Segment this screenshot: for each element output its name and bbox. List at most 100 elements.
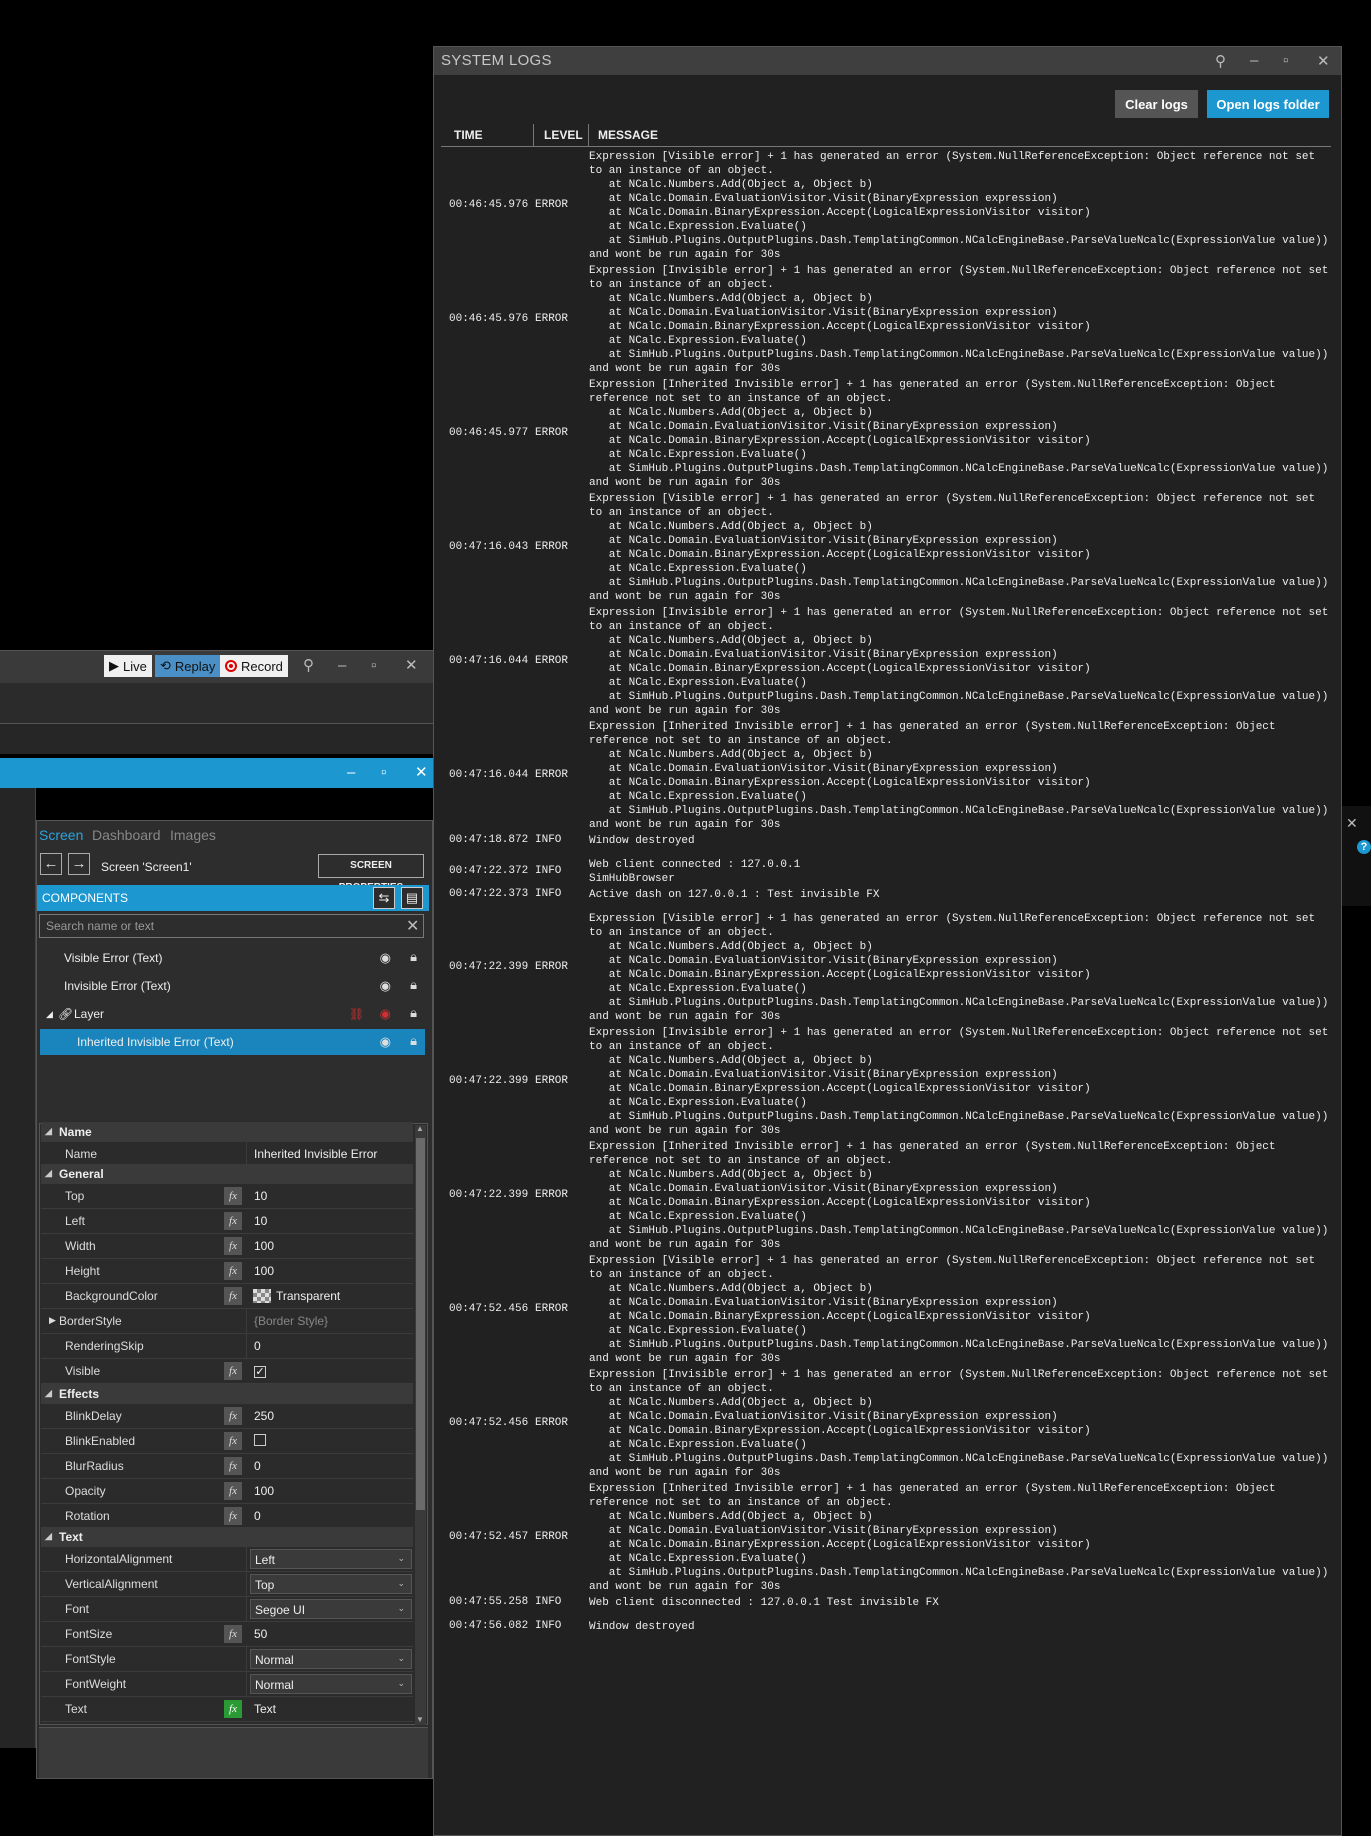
log-row[interactable]: 00:47:56.082 INFO Window destroyed — [440, 1620, 1340, 1634]
formula-icon[interactable]: fx — [224, 1625, 242, 1643]
category-effects[interactable]: ◢ Effects — [41, 1384, 413, 1404]
next-screen-button[interactable]: → — [68, 853, 90, 875]
expand-triangle-icon[interactable]: ◢ — [46, 1009, 53, 1020]
category-text[interactable]: ◢ Text — [41, 1527, 413, 1547]
tab-dashboard[interactable]: Dashboard — [92, 827, 161, 843]
maximize-icon[interactable]: ▫ — [1283, 52, 1288, 69]
live-button[interactable]: ▶ Live — [104, 655, 152, 677]
prop-opacity[interactable]: Opacity fx 100 — [41, 1479, 413, 1504]
eye-icon[interactable]: ◉ — [380, 950, 391, 966]
formula-icon[interactable]: fx — [224, 1187, 242, 1205]
formula-icon[interactable]: fx — [224, 1407, 242, 1425]
fontweight-select[interactable]: Normal ⌄ — [250, 1674, 412, 1694]
lock-icon[interactable]: 🔒︎ — [410, 1005, 417, 1021]
search-input[interactable] — [39, 914, 424, 938]
formula-icon[interactable]: fx — [224, 1262, 242, 1280]
log-row[interactable]: 00:47:22.399 ERROR Expression [Invisible e… — [440, 1026, 1340, 1138]
clear-search-icon[interactable]: ✕ — [406, 916, 419, 936]
log-row[interactable]: 00:47:22.399 ERROR Expression [Inherited I… — [440, 1140, 1340, 1252]
expand-icon[interactable]: ▶ — [49, 1315, 56, 1326]
log-row[interactable]: 00:47:22.399 ERROR Expression [Visible err… — [440, 912, 1340, 1024]
eye-hidden-icon[interactable]: ◉ — [380, 1006, 391, 1022]
column-header-level[interactable]: LEVEL — [544, 128, 583, 142]
formula-icon[interactable]: fx — [224, 1482, 242, 1500]
minimize-icon[interactable]: – — [1250, 52, 1258, 69]
log-row[interactable]: 00:46:45.976 ERROR Expression [Invisible e… — [440, 264, 1340, 376]
log-row[interactable]: 00:47:16.044 ERROR Expression [Inherited I… — [440, 720, 1340, 832]
prop-text[interactable]: Text fx Text — [41, 1697, 413, 1722]
verticalalignment-select[interactable]: Top ⌄ — [250, 1574, 412, 1594]
formula-icon[interactable]: fx — [224, 1237, 242, 1255]
blinkenabled-checkbox[interactable] — [254, 1434, 266, 1446]
prop-blurradius[interactable]: BlurRadius fx 0 — [41, 1454, 413, 1479]
fontstyle-select[interactable]: Normal ⌄ — [250, 1649, 412, 1669]
unlink-icon[interactable]: ⛓ — [349, 1007, 364, 1021]
prop-blinkenabled[interactable]: BlinkEnabled fx — [41, 1429, 413, 1454]
prop-height[interactable]: Height fx 100 — [41, 1259, 413, 1284]
prop-fontstyle[interactable]: FontStyle Normal ⌄ — [41, 1647, 413, 1672]
prop-renderingskip[interactable]: RenderingSkip 0 — [41, 1334, 413, 1359]
prop-font[interactable]: Font Segoe UI ⌄ — [41, 1597, 413, 1622]
component-item-invisible-error[interactable]: Invisible Error (Text) ◉ 🔒︎ — [40, 973, 425, 999]
log-row[interactable]: 00:47:52.456 ERROR Expression [Visible err… — [440, 1254, 1340, 1366]
prop-verticalalignment[interactable]: VerticalAlignment Top ⌄ — [41, 1572, 413, 1597]
tab-screen[interactable]: Screen — [39, 827, 83, 843]
formula-icon[interactable]: fx — [224, 1457, 242, 1475]
maximize-icon[interactable]: ▫ — [371, 657, 376, 675]
formula-icon[interactable]: fx — [224, 1507, 242, 1525]
eye-icon[interactable]: ◉ — [380, 978, 391, 994]
prop-blinkdelay[interactable]: BlinkDelay fx 250 — [41, 1404, 413, 1429]
prop-fontsize[interactable]: FontSize fx 50 — [41, 1622, 413, 1647]
open-logs-folder-button[interactable]: Open logs folder — [1207, 90, 1329, 118]
tab-images[interactable]: Images — [170, 827, 216, 843]
log-row[interactable]: 00:47:52.457 ERROR Expression [Inherited I… — [440, 1482, 1340, 1594]
close-icon[interactable]: ✕ — [405, 657, 418, 675]
log-row[interactable]: 00:46:45.976 ERROR Expression [Visible err… — [440, 150, 1340, 262]
pin-icon[interactable]: ⚲ — [1215, 52, 1226, 70]
screen-properties-button[interactable]: SCREEN PROPERTIES — [318, 854, 424, 893]
prop-fontweight[interactable]: FontWeight Normal ⌄ — [41, 1672, 413, 1697]
prop-width[interactable]: Width fx 100 — [41, 1234, 413, 1259]
log-row[interactable]: 00:47:16.043 ERROR Expression [Visible err… — [440, 492, 1340, 604]
column-header-time[interactable]: TIME — [454, 128, 483, 142]
log-row[interactable]: 00:47:52.456 ERROR Expression [Invisible e… — [440, 1368, 1340, 1480]
log-row[interactable]: 00:47:18.872 INFO Window destroyed — [440, 834, 1340, 848]
component-item-layer[interactable]: ◢ 🔗︎ Layer ⛓ ◉ 🔒︎ — [40, 1001, 425, 1027]
log-row[interactable]: 00:46:45.977 ERROR Expression [Inherited I… — [440, 378, 1340, 490]
formula-icon[interactable]: fx — [224, 1362, 242, 1380]
lock-icon[interactable]: 🔒︎ — [410, 1033, 417, 1049]
formula-icon[interactable]: fx — [224, 1287, 242, 1305]
log-row[interactable]: 00:47:55.258 INFO Web client disconnected … — [440, 1596, 1340, 1610]
visible-checkbox[interactable]: ✓ — [254, 1366, 266, 1378]
column-header-message[interactable]: MESSAGE — [598, 128, 658, 142]
prop-left[interactable]: Left fx 10 — [41, 1209, 413, 1234]
horizontalalignment-select[interactable]: Left ⌄ — [250, 1549, 412, 1569]
category-general[interactable]: ◢ General — [41, 1164, 413, 1184]
minimize-icon[interactable]: – — [347, 764, 355, 782]
close-icon[interactable]: ✕ — [415, 764, 428, 782]
pin-icon[interactable]: ⚲ — [303, 657, 314, 675]
log-row[interactable]: 00:47:22.372 INFO Web client connected : 1… — [440, 858, 1340, 886]
prop-backgroundcolor[interactable]: BackgroundColor fx Transparent — [41, 1284, 413, 1309]
font-select[interactable]: Segoe UI ⌄ — [250, 1599, 412, 1619]
clipboard-icon[interactable]: ▤ — [401, 887, 423, 909]
minimize-icon[interactable]: – — [338, 657, 346, 675]
formula-active-icon[interactable]: fx — [224, 1700, 242, 1718]
close-icon[interactable]: ✕ — [1317, 52, 1330, 70]
prop-borderstyle[interactable]: ▶ BorderStyle {Border Style} — [41, 1309, 413, 1334]
prop-rotation[interactable]: Rotation fx 0 — [41, 1504, 413, 1529]
log-row[interactable]: 00:47:22.373 INFO Active dash on 127.0.0.1… — [440, 888, 1340, 902]
scroll-down-icon[interactable]: ▼ — [416, 1715, 424, 1724]
lock-icon[interactable]: 🔒︎ — [410, 977, 417, 993]
scroll-up-icon[interactable]: ▲ — [416, 1124, 424, 1133]
swap-icon[interactable]: ⇆ — [373, 887, 395, 909]
formula-icon[interactable]: fx — [224, 1432, 242, 1450]
category-name[interactable]: ◢ Name — [41, 1122, 413, 1142]
previous-screen-button[interactable]: ← — [40, 853, 62, 875]
component-item-visible-error[interactable]: Visible Error (Text) ◉ 🔒︎ — [40, 945, 425, 971]
replay-button[interactable]: ⟲ Replay — [155, 655, 221, 677]
properties-scrollbar-thumb[interactable] — [416, 1138, 425, 1510]
transparent-swatch-icon[interactable] — [253, 1289, 271, 1303]
help-icon[interactable]: ? — [1357, 840, 1371, 854]
formula-icon[interactable]: fx — [224, 1212, 242, 1230]
